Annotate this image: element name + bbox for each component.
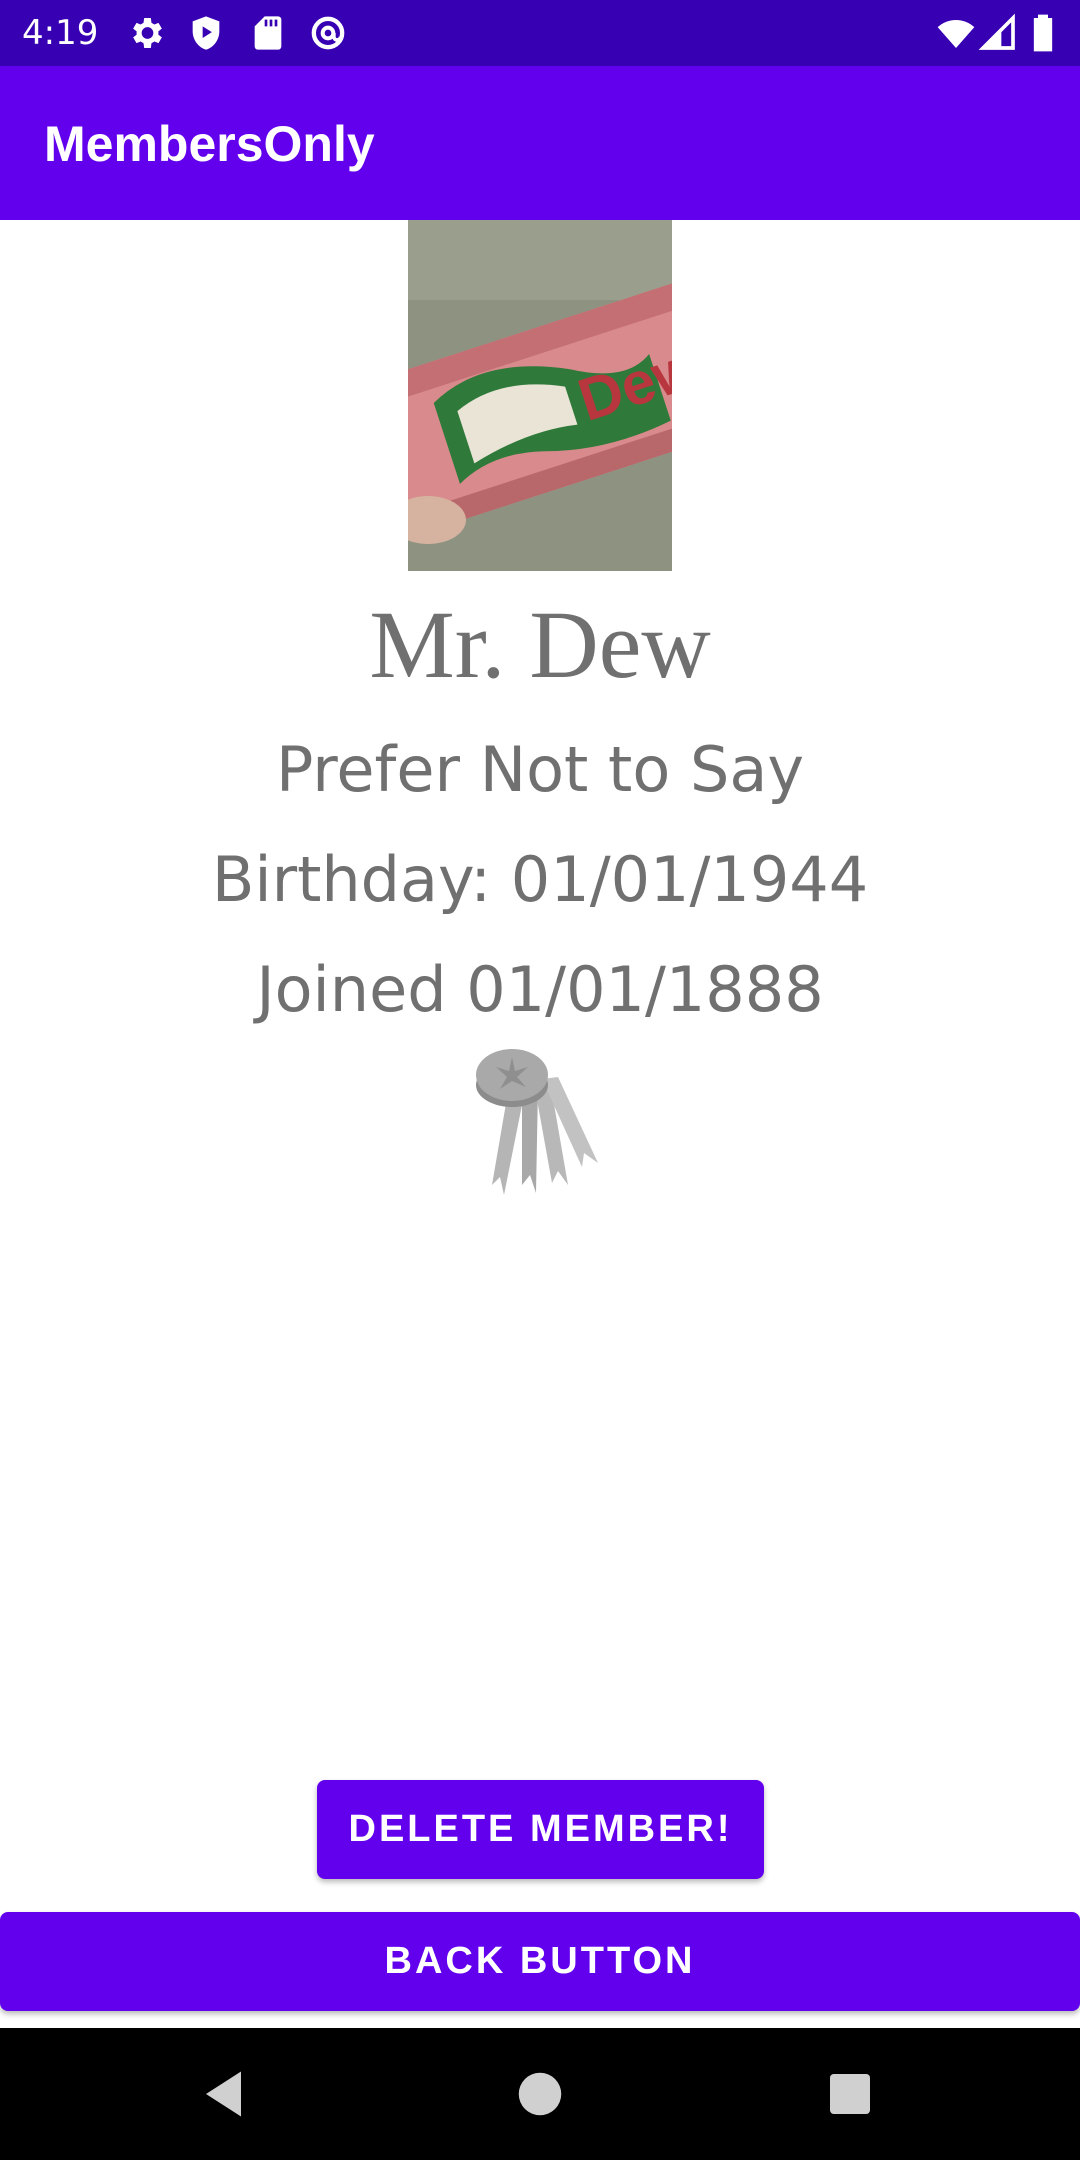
status-time: 4:19 [22,13,99,53]
back-button[interactable]: BACK BUTTON [0,1912,1080,2011]
back-triangle-icon[interactable] [196,2064,256,2124]
medal-icon [470,1035,610,1205]
system-nav-bar [0,2028,1080,2160]
home-circle-icon[interactable] [510,2064,570,2124]
status-bar: 4:19 [0,0,1080,66]
signal-icon [978,13,1018,53]
member-name: Mr. Dew [369,591,711,698]
recents-square-icon[interactable] [820,2064,880,2124]
battery-icon [1028,13,1058,53]
member-gender: Prefer Not to Say [275,733,805,806]
at-sign-icon [308,13,348,53]
member-birthday: Birthday: 01/01/1944 [211,843,869,916]
settings-icon [126,13,166,53]
app-title: MembersOnly [44,116,375,172]
wifi-icon [936,13,976,53]
sd-card-icon [248,13,288,53]
app-bar: MembersOnly [0,66,1080,220]
delete-member-button[interactable]: DELETE MEMBER! [317,1780,764,1879]
member-photo: Dew [408,220,672,571]
member-joined-date: Joined 01/01/1888 [256,953,824,1026]
shield-play-icon [186,13,226,53]
